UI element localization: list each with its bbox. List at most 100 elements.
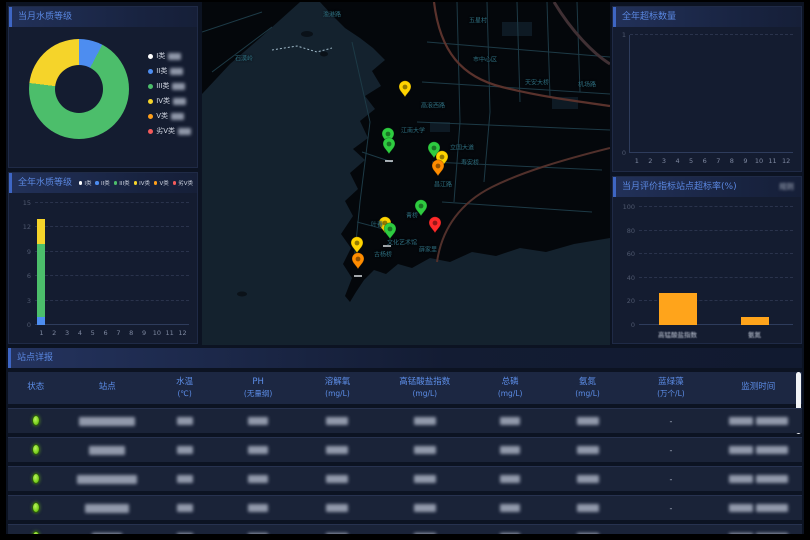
algae-cell: - — [627, 417, 714, 426]
map-island — [320, 52, 328, 57]
x-tick-label: 6 — [698, 153, 712, 165]
redacted-time — [756, 533, 788, 534]
redacted-value — [248, 446, 268, 454]
legend-item-annual[interactable]: 劣V类 — [173, 179, 193, 187]
x-tick-label: 10 — [752, 153, 766, 165]
legend-item-annual[interactable]: II类 — [95, 179, 109, 187]
map[interactable]: 石漠岭渔港路五星村市中心区高浪西路天安大桥机场路立国大道寿安桥昌江路江南大学古杨… — [202, 2, 610, 345]
map-place-label: 江南大学 — [401, 126, 425, 135]
redacted-value — [500, 446, 520, 454]
y-tick-label: 15 — [23, 199, 31, 207]
dashboard: 当月水质等级 I类II类III类IV类V类劣V类 全年水质等级 I类II类III… — [0, 0, 810, 540]
map-place-label: 石漠岭 — [235, 54, 253, 63]
value-cell — [298, 446, 377, 455]
gridline: 12 — [35, 226, 189, 227]
column-label: 氨氮 — [579, 377, 596, 387]
bar-legend: I类II类 III类 IV类 V类 劣V类 — [79, 173, 193, 193]
monthly-rate-chart: 020406080100高锰酸盐指数氨氮 — [639, 207, 793, 325]
legend-item-annual[interactable]: III类 — [114, 179, 130, 187]
y-tick-label: 20 — [627, 297, 635, 305]
station-cell — [64, 417, 151, 426]
legend-item-monthly[interactable]: II类 — [148, 66, 191, 76]
map-place-label: 青桥 — [406, 211, 418, 220]
legend-dot — [173, 181, 177, 185]
gridline: 9 — [35, 251, 189, 252]
column-label: 总磷 — [502, 377, 519, 387]
map-place-label: 古杨桥 — [374, 250, 392, 259]
value-cell — [472, 504, 547, 513]
column-header-站点: 站点 — [64, 382, 151, 393]
legend-item-monthly[interactable]: 劣V类 — [148, 126, 191, 136]
redacted-value — [326, 475, 348, 483]
y-tick-label: 80 — [627, 227, 635, 235]
table-row[interactable]: - — [8, 495, 802, 520]
station-cell — [64, 504, 151, 513]
legend-label: II类 — [156, 66, 167, 76]
legend-label: 劣V类 — [178, 179, 193, 187]
redacted-value — [173, 98, 186, 105]
legend-item-annual[interactable]: IV类 — [134, 179, 150, 187]
legend-item-monthly[interactable]: I类 — [148, 51, 191, 61]
legend-item-annual[interactable]: V类 — [154, 179, 169, 187]
status-cell — [8, 444, 64, 457]
x-tick-label: 2 — [644, 153, 658, 165]
table-row[interactable]: - — [8, 466, 802, 491]
status-cell — [8, 415, 64, 428]
redacted-value — [326, 446, 348, 454]
value-cell — [377, 533, 472, 535]
column-label: 水温 — [176, 377, 193, 387]
redacted-value — [178, 128, 191, 135]
rules-link[interactable]: 规则 — [779, 177, 794, 197]
legend-item-annual[interactable]: I类 — [79, 179, 92, 187]
rate-bar-label: 高锰酸盐指数 — [658, 329, 697, 339]
time-cell — [715, 504, 802, 513]
legend-label: III类 — [156, 81, 169, 91]
y-tick-label: 0 — [622, 149, 626, 157]
column-unit: (mg/L) — [377, 389, 472, 399]
panel-annual-exceed: 全年超标数量 123456789101112 01 — [612, 6, 802, 172]
column-label: 站点 — [99, 382, 116, 392]
status-cell — [8, 502, 64, 515]
redacted-value — [500, 475, 520, 483]
donut-chart — [29, 39, 129, 139]
column-unit: (mg/L) — [548, 389, 627, 399]
map-island — [237, 292, 247, 297]
x-tick-label: 5 — [86, 325, 99, 337]
gridline: 1 — [630, 34, 793, 35]
value-cell — [548, 417, 627, 426]
map-place-label: 薛家里 — [419, 245, 437, 254]
panel-annual-grade: 全年水质等级 I类II类III类IV类V类劣V类 123456789101112… — [8, 172, 198, 344]
x-tick-label: 9 — [138, 325, 151, 337]
column-unit: (mg/L) — [472, 389, 547, 399]
value-cell — [548, 446, 627, 455]
redacted-value — [500, 533, 520, 534]
value-cell — [151, 417, 218, 426]
legend-dot — [148, 114, 153, 119]
y-tick-label: 3 — [27, 297, 31, 305]
x-tick-label: 1 — [630, 153, 644, 165]
legend-item-monthly[interactable]: IV类 — [148, 96, 191, 106]
column-header-蓝绿藻: 蓝绿藻(万个/L) — [627, 377, 714, 399]
bar-segment-II类 — [37, 317, 45, 325]
table-row[interactable]: - — [8, 437, 802, 462]
x-tick-label: 6 — [99, 325, 112, 337]
legend-dot — [148, 129, 153, 134]
redacted-value — [414, 417, 436, 425]
legend-dot — [134, 181, 138, 185]
legend-item-monthly[interactable]: V类 — [148, 111, 191, 121]
pin-hole — [387, 142, 392, 147]
legend-item-monthly[interactable]: III类 — [148, 81, 191, 91]
status-cell — [8, 531, 64, 535]
x-tick-label: 7 — [112, 325, 125, 337]
status-cell — [8, 473, 64, 486]
y-tick-label: 1 — [622, 31, 626, 39]
map-island — [301, 31, 313, 37]
column-unit: (℃) — [151, 389, 218, 399]
table-row[interactable]: - — [8, 524, 802, 534]
value-cell — [151, 533, 218, 535]
table-row[interactable]: - — [8, 408, 802, 433]
table-body: - - - - - — [8, 408, 802, 534]
annual-exceed-chart: 123456789101112 01 — [629, 35, 793, 153]
pin-hole — [433, 221, 438, 226]
column-header-PH: PH(无量纲) — [218, 377, 297, 399]
